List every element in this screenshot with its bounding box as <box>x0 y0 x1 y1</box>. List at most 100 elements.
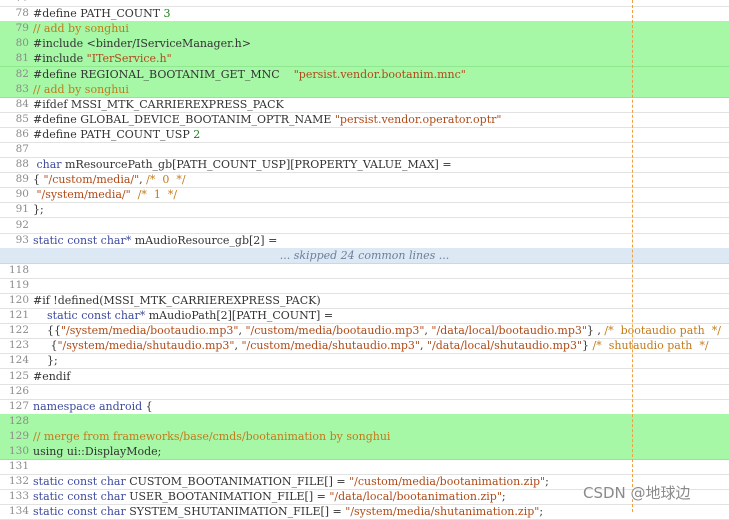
code-line: 92 <box>0 218 729 234</box>
code-token: "/data/local/bootaudio.mp3" <box>431 324 587 338</box>
code-token: "persist.vendor.bootanim.mnc" <box>293 67 466 81</box>
code-line: 91}; <box>0 202 729 219</box>
code-line: 87 <box>0 142 729 158</box>
code-line: 127 namespace android { <box>0 399 729 415</box>
line-number: 87 <box>15 143 29 155</box>
line-number: 130 <box>8 445 29 457</box>
line-number: 90 <box>15 188 29 201</box>
code-line: 125 #endif <box>0 369 729 385</box>
code-token: mAudioResource_gb[2] = <box>131 233 278 247</box>
code-text: char mResourcePath_gb[PATH_COUNT_USP][PR… <box>33 157 452 172</box>
code-text: {"/system/media/shutaudio.mp3", "/custom… <box>33 338 709 353</box>
code-token: /* shutaudio path */ <box>592 339 709 353</box>
code-text: #if !defined(MSSI_MTK_CARRIEREXPRESS_PAC… <box>33 293 321 308</box>
line-number: 124 <box>8 354 29 367</box>
code-line: 121 static const char* mAudioPath[2][PAT… <box>0 308 729 325</box>
code-token: #ifdef MSSI_MTK_CARRIEREXPRESS_PACK <box>33 97 284 111</box>
code-line: 90 "/system/media/" /* 1 */ <box>0 187 729 204</box>
line-number: 93 <box>15 233 29 246</box>
line-number: 92 <box>15 218 29 231</box>
code-token: mAudioPath[2][PATH_COUNT] = <box>145 309 334 323</box>
code-text: { "/custom/media/", /* 0 */ <box>33 172 186 187</box>
code-token: 2 <box>193 127 201 141</box>
code-token: { <box>33 339 58 353</box>
line-number: 84 <box>15 97 29 110</box>
code-token: {{ <box>33 324 61 338</box>
code-text: #define REGIONAL_BOOTANIM_GET_MNC "persi… <box>33 67 466 82</box>
line-number: 123 <box>8 339 29 352</box>
code-text: }; <box>33 202 44 217</box>
code-token: 3 <box>163 7 171 21</box>
code-token: // merge from frameworks/base/cmds/boota… <box>33 429 391 443</box>
line-number: 80 <box>15 37 29 50</box>
code-token: static const <box>33 490 101 504</box>
code-text: // add by songhui <box>33 21 129 36</box>
code-token: #define REGIONAL_BOOTANIM_GET_MNC <box>33 67 294 81</box>
code-token: char* <box>114 309 146 323</box>
added-code-line: 81 #include "ITerService.h" <box>0 51 729 68</box>
code-line: 93 static const char* mAudioResource_gb[2… <box>0 233 729 249</box>
code-token: #endif <box>33 369 71 383</box>
code-token: "persist.vendor.operator.optr" <box>334 112 502 126</box>
code-line: 86 #define PATH_COUNT_USP 2 <box>0 127 729 143</box>
code-token: ... skipped 24 common lines ... <box>279 248 450 262</box>
code-line: 126 <box>0 384 729 400</box>
line-number: 120 <box>8 294 29 306</box>
line-number: 126 <box>8 384 29 397</box>
code-token: char <box>100 490 126 504</box>
code-token: #define GLOBAL_DEVICE_BOOTANIM_OPTR_NAME <box>33 112 335 126</box>
code-token: // add by songhui <box>33 82 129 96</box>
line-number: 78 <box>15 7 29 20</box>
code-text: {{"/system/media/bootaudio.mp3", "/custo… <box>33 323 721 338</box>
skipped-lines-label: ... skipped 24 common lines ... <box>0 248 729 263</box>
code-text: static const char* mAudioPath[2][PATH_CO… <box>33 308 333 323</box>
code-line: 78 #define PATH_COUNT 3 <box>0 6 729 23</box>
line-number: 91 <box>15 203 29 216</box>
code-token: static const <box>33 475 101 489</box>
code-text: #ifdef MSSI_MTK_CARRIEREXPRESS_PACK <box>33 97 284 112</box>
code-token: ; <box>501 490 506 504</box>
code-token: "/custom/media/bootanimation.zip" <box>349 475 546 489</box>
code-token: "/custom/media/shutaudio.mp3" <box>241 339 420 353</box>
code-line: 84 #ifdef MSSI_MTK_CARRIEREXPRESS_PACK <box>0 97 729 113</box>
skipped-lines-banner[interactable]: ... skipped 24 common lines ... <box>0 247 729 264</box>
code-token: mResourcePath_gb[PATH_COUNT_USP][PROPERT… <box>61 158 452 172</box>
added-code-line: 82 #define REGIONAL_BOOTANIM_GET_MNC "per… <box>0 66 729 83</box>
code-token: "ITerService.h" <box>86 52 172 66</box>
line-number: 79 <box>15 22 29 35</box>
code-line: 131 <box>0 459 729 476</box>
code-token: CUSTOM_BOOTANIMATION_FILE[] = <box>125 475 350 489</box>
code-text: "/system/media/" /* 1 */ <box>33 187 178 202</box>
code-token: #include <binder/IServiceManager.h> <box>33 37 251 51</box>
code-token: static const <box>33 233 101 247</box>
code-token: "/custom/media/bootaudio.mp3" <box>245 324 425 338</box>
code-line: 120 #if !defined(MSSI_MTK_CARRIEREXPRESS_… <box>0 293 729 309</box>
line-number: 89 <box>15 173 29 186</box>
added-code-line: 83 // add by songhui <box>0 81 729 98</box>
code-token: } , <box>586 324 605 338</box>
code-token: #define PATH_COUNT <box>33 7 164 21</box>
line-number: 121 <box>8 309 29 322</box>
code-token: /* 1 */ <box>137 188 178 202</box>
diff-editor[interactable]: 7778 #define PATH_COUNT 3 79 // add by song… <box>0 0 729 520</box>
line-number: 125 <box>8 369 29 382</box>
code-token: { <box>142 399 153 413</box>
line-number: 118 <box>8 263 29 276</box>
line-number: 132 <box>8 475 29 488</box>
line-number: 128 <box>8 414 29 427</box>
line-number: 122 <box>8 324 29 337</box>
code-text: }; <box>33 353 58 368</box>
code-line: 88 char mResourcePath_gb[PATH_COUNT_USP]… <box>0 157 729 174</box>
code-token: #define PATH_COUNT_USP <box>33 127 194 141</box>
line-number: 85 <box>15 112 29 125</box>
code-token: "/custom/media/" <box>43 173 140 187</box>
line-number: 119 <box>8 278 29 291</box>
watermark: CSDN @地球边 <box>583 484 691 502</box>
code-text: using ui::DisplayMode; <box>33 444 161 459</box>
code-token: #include <box>33 52 87 66</box>
code-token: "/data/local/shutaudio.mp3" <box>426 339 583 353</box>
code-text: // add by songhui <box>33 82 129 97</box>
line-number: 86 <box>15 127 29 140</box>
code-token: }; <box>33 354 58 368</box>
